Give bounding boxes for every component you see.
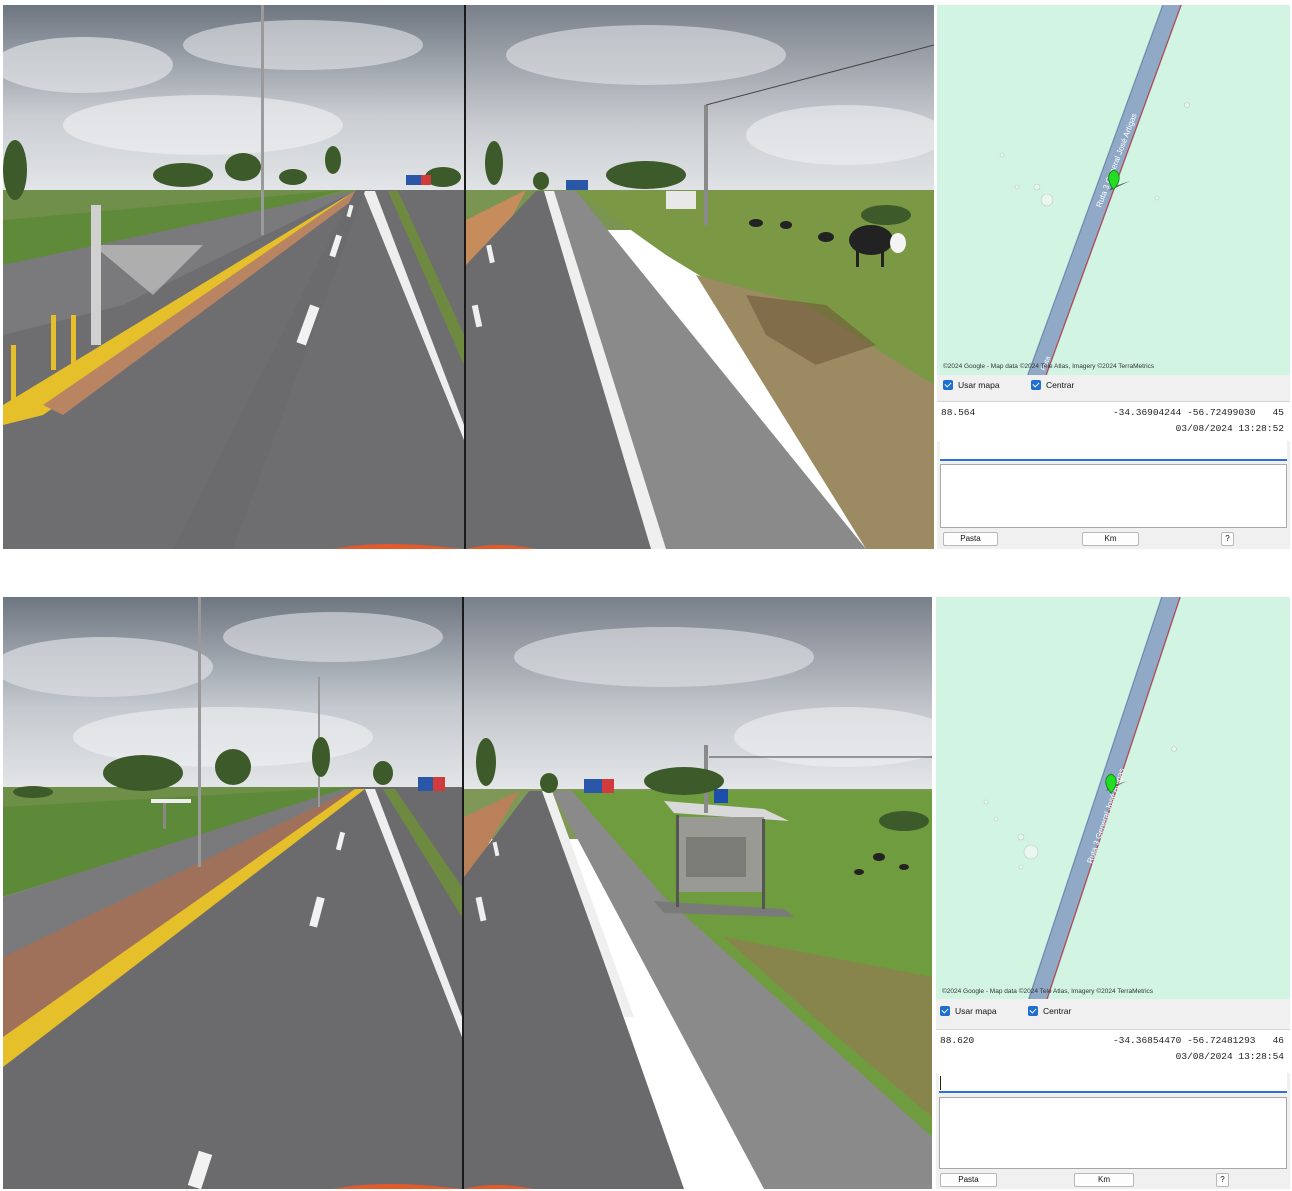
notes-field[interactable] — [940, 464, 1287, 528]
map-view[interactable]: Ruta 3 General José Artigas ©2024 Google… — [936, 597, 1290, 999]
centrar-checkbox[interactable]: Centrar — [1031, 380, 1074, 390]
pasta-button[interactable]: Pasta — [943, 532, 998, 546]
capture-frame-1: Ruta 3 General José Artigas Ruta ©2024 G… — [3, 5, 1290, 549]
usar-mapa-label: Usar mapa — [955, 1006, 997, 1016]
gps-panel: Ruta 3 General José Artigas Ruta ©2024 G… — [937, 5, 1290, 549]
checkbox-checked-icon — [943, 380, 953, 390]
longitude-value: -56.72481293 — [1187, 1035, 1256, 1046]
pasta-button[interactable]: Pasta — [940, 1173, 997, 1187]
help-button[interactable]: ? — [1221, 532, 1234, 546]
longitude-value: -56.72499030 — [1187, 407, 1256, 418]
checkbox-checked-icon — [1028, 1006, 1038, 1016]
speed-value: 45 — [1272, 407, 1284, 418]
text-caret — [940, 1076, 941, 1090]
km-button[interactable]: Km — [1074, 1173, 1134, 1187]
notes-field[interactable] — [939, 1097, 1287, 1169]
centrar-label: Centrar — [1046, 380, 1075, 390]
centrar-checkbox[interactable]: Centrar — [1028, 1006, 1071, 1016]
map-view[interactable]: Ruta 3 General José Artigas Ruta ©2024 G… — [937, 5, 1290, 375]
centrar-label: Centrar — [1043, 1006, 1072, 1016]
road-label: Ruta 3 General José Artigas — [1094, 112, 1138, 209]
coordinates: -34.36854470 -56.72481293 46 — [1113, 1035, 1284, 1046]
map-attribution: ©2024 Google - Map data ©2024 Tele Atlas… — [942, 988, 1154, 995]
timestamp: 03/08/2024 13:28:52 — [1175, 423, 1284, 434]
usar-mapa-label: Usar mapa — [958, 380, 1000, 390]
km-value: 88.620 — [940, 1035, 975, 1046]
map-options: Usar mapa Centrar — [936, 1001, 1290, 1023]
usar-mapa-checkbox[interactable]: Usar mapa — [940, 1006, 997, 1016]
front-left-camera-view — [3, 597, 462, 1189]
front-right-camera-view — [466, 5, 934, 549]
button-bar: Pasta Km ? — [936, 1172, 1290, 1188]
help-button[interactable]: ? — [1216, 1173, 1229, 1187]
checkbox-checked-icon — [1031, 380, 1041, 390]
coordinates: -34.36904244 -56.72499030 45 — [1113, 407, 1284, 418]
gps-readout: 88.620 -34.36854470 -56.72481293 46 03/0… — [936, 1029, 1290, 1073]
capture-frame-2: Ruta 3 General José Artigas ©2024 Google… — [3, 597, 1290, 1189]
timestamp: 03/08/2024 13:28:54 — [1175, 1051, 1284, 1062]
map-options: Usar mapa Centrar — [937, 375, 1290, 397]
km-button[interactable]: Km — [1082, 532, 1139, 546]
km-value: 88.564 — [941, 407, 976, 418]
speed-value: 46 — [1272, 1035, 1284, 1046]
latitude-value: -34.36904244 — [1112, 407, 1182, 418]
usar-mapa-checkbox[interactable]: Usar mapa — [943, 380, 1000, 390]
button-bar: Pasta Km ? — [937, 531, 1290, 547]
gps-readout: 88.564 -34.36904244 -56.72499030 45 03/0… — [937, 401, 1290, 441]
map-attribution: ©2024 Google - Map data ©2024 Tele Atlas… — [943, 363, 1155, 370]
entry-field[interactable] — [940, 441, 1287, 461]
latitude-value: -34.36854470 — [1112, 1035, 1182, 1046]
front-left-camera-view — [3, 5, 464, 549]
front-right-camera-view — [464, 597, 932, 1189]
checkbox-checked-icon — [940, 1006, 950, 1016]
gps-panel: Ruta 3 General José Artigas ©2024 Google… — [936, 597, 1290, 1189]
entry-field[interactable] — [939, 1073, 1287, 1093]
